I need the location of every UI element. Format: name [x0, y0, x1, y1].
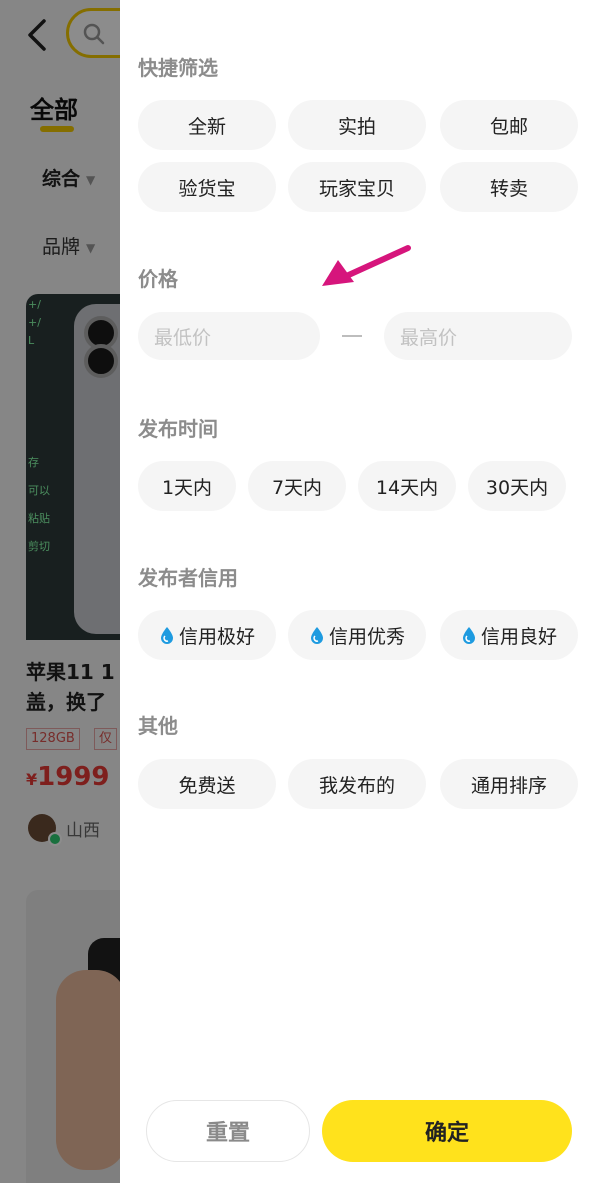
chip-free-shipping[interactable]: 包邮: [440, 100, 578, 150]
credit-drop-icon: [310, 627, 323, 644]
chip-inspection[interactable]: 验货宝: [138, 162, 276, 212]
chip-14-days[interactable]: 14天内: [358, 461, 456, 511]
chip-player-items[interactable]: 玩家宝贝: [288, 162, 426, 212]
section-title-price: 价格: [138, 267, 178, 291]
chip-1-day[interactable]: 1天内: [138, 461, 236, 511]
chip-label: 信用优秀: [328, 625, 405, 648]
chip-real-photo[interactable]: 实拍: [288, 100, 426, 150]
section-title-credit: 发布者信用: [138, 566, 238, 590]
min-price-input[interactable]: 最低价: [138, 312, 320, 360]
annotation-arrow-icon: [322, 245, 411, 286]
range-separator: [342, 335, 362, 337]
credit-drop-icon: [462, 627, 475, 644]
chip-credit-excellent[interactable]: 信用极好: [138, 610, 276, 660]
reset-button[interactable]: 重置: [146, 1100, 310, 1162]
chip-credit-outstanding[interactable]: 信用优秀: [288, 610, 426, 660]
chip-brand-new[interactable]: 全新: [138, 100, 276, 150]
section-title-other: 其他: [138, 714, 178, 738]
credit-drop-icon: [160, 627, 173, 644]
max-price-input[interactable]: 最高价: [384, 312, 572, 360]
chip-label: 信用极好: [178, 625, 255, 648]
chip-resell[interactable]: 转卖: [440, 162, 578, 212]
filter-drawer: 快捷筛选 全新 实拍 包邮 验货宝 玩家宝贝 转卖 价格 最低价 最高价 发布时…: [120, 0, 600, 1183]
section-title-publish-time: 发布时间: [138, 417, 218, 441]
chip-my-posts[interactable]: 我发布的: [288, 759, 426, 809]
chip-label: 信用良好: [480, 625, 557, 648]
section-title-quick-filter: 快捷筛选: [138, 56, 218, 80]
chip-30-days[interactable]: 30天内: [468, 461, 566, 511]
chip-7-days[interactable]: 7天内: [248, 461, 346, 511]
chip-free-giveaway[interactable]: 免费送: [138, 759, 276, 809]
chip-credit-good[interactable]: 信用良好: [440, 610, 578, 660]
chip-general-sort[interactable]: 通用排序: [440, 759, 578, 809]
confirm-button[interactable]: 确定: [322, 1100, 572, 1162]
